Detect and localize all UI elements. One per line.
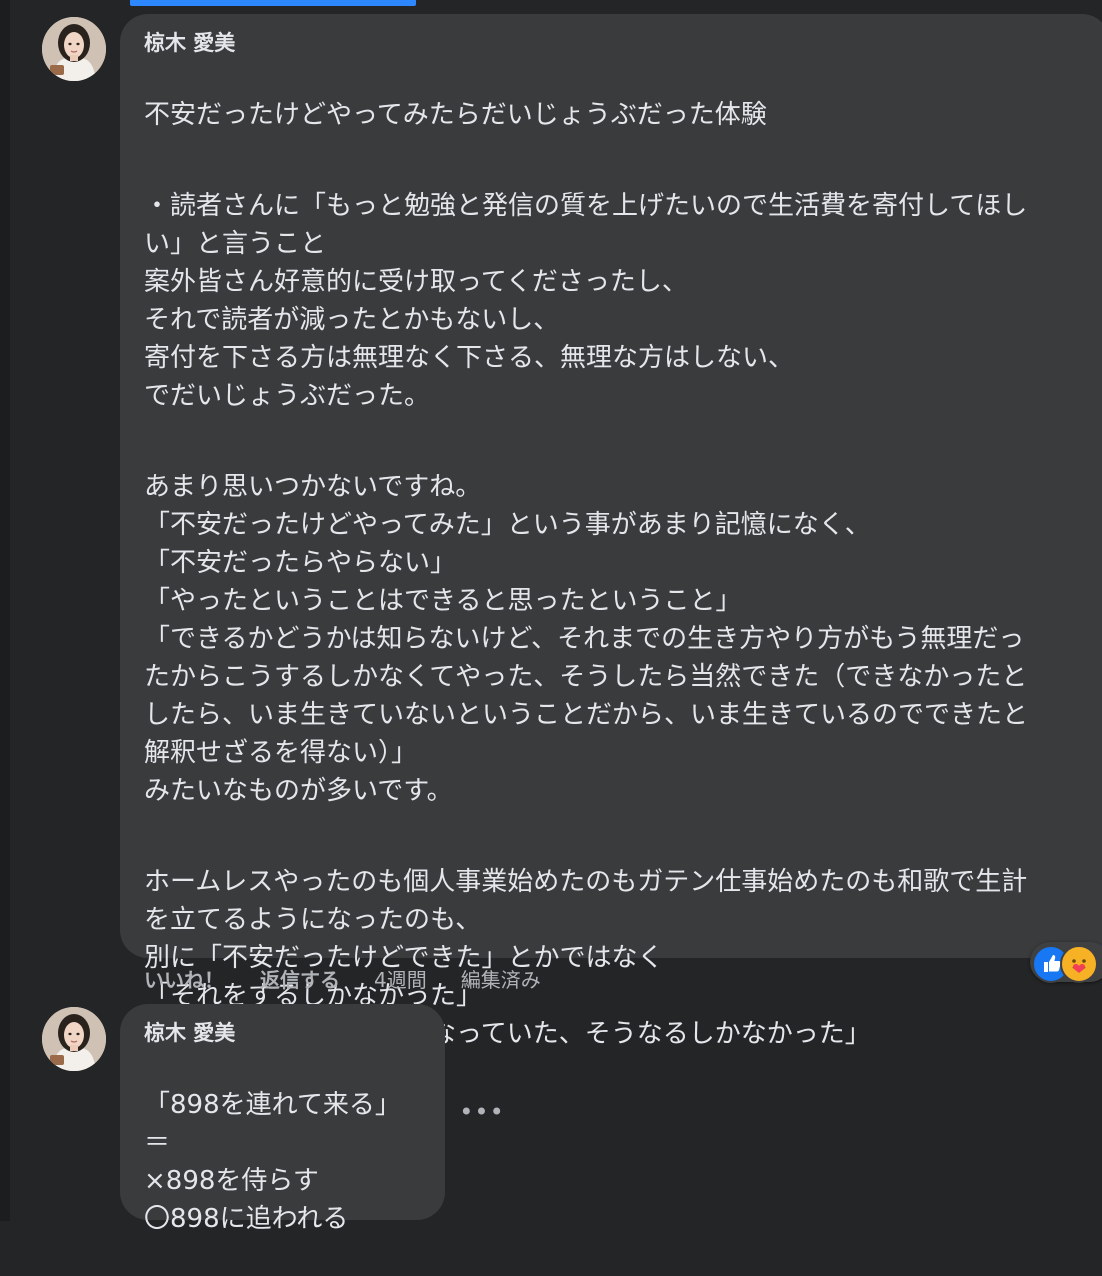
comment-author[interactable]: 椋木 愛美 — [144, 1018, 421, 1048]
comment-paragraph: 不安だったけどやってみたらだいじょうぶだった体験 — [144, 100, 767, 130]
comment-author[interactable]: 椋木 愛美 — [144, 28, 1086, 58]
care-icon — [1060, 945, 1098, 983]
edited-label[interactable]: 編集済み — [461, 964, 541, 993]
like-link[interactable]: いいね！ — [144, 964, 224, 993]
left-edge — [0, 0, 10, 1221]
timestamp-link[interactable]: 4週間 — [374, 964, 427, 993]
profile-photo — [42, 17, 106, 81]
comment-paragraph: ・読者さんに「もっと勉強と発信の質を上げたいので生活費を寄付してほし い」と言う… — [144, 191, 1028, 411]
comment-paragraph: あまり思いつかないですね。 「不安だったけどやってみた」という事があまり記憶にな… — [144, 472, 1029, 806]
comment-actions: いいね！ 返信する 4週間 編集済み — [144, 963, 541, 993]
active-tab-indicator — [130, 0, 416, 6]
more-options-button[interactable]: ••• — [459, 1094, 503, 1130]
comment-paragraph: 「898を連れて来る」 ＝ ×898を侍らす 〇898に追われる — [144, 1090, 401, 1234]
avatar[interactable] — [42, 17, 106, 81]
avatar[interactable] — [42, 1007, 106, 1071]
comment-bubble: 椋木 愛美 「898を連れて来る」 ＝ ×898を侍らす 〇898に追われる — [120, 1004, 445, 1234]
profile-photo — [42, 1007, 106, 1071]
reply-link[interactable]: 返信する — [260, 964, 340, 993]
comment-bubble: 椋木 愛美 不安だったけどやってみたらだいじょうぶだった体験 ・読者さんに「もっ… — [120, 14, 1102, 1087]
comment-text: 「898を連れて来る」 ＝ ×898を侍らす 〇898に追われる — [144, 1048, 421, 1276]
reaction-summary[interactable] — [1030, 942, 1102, 983]
